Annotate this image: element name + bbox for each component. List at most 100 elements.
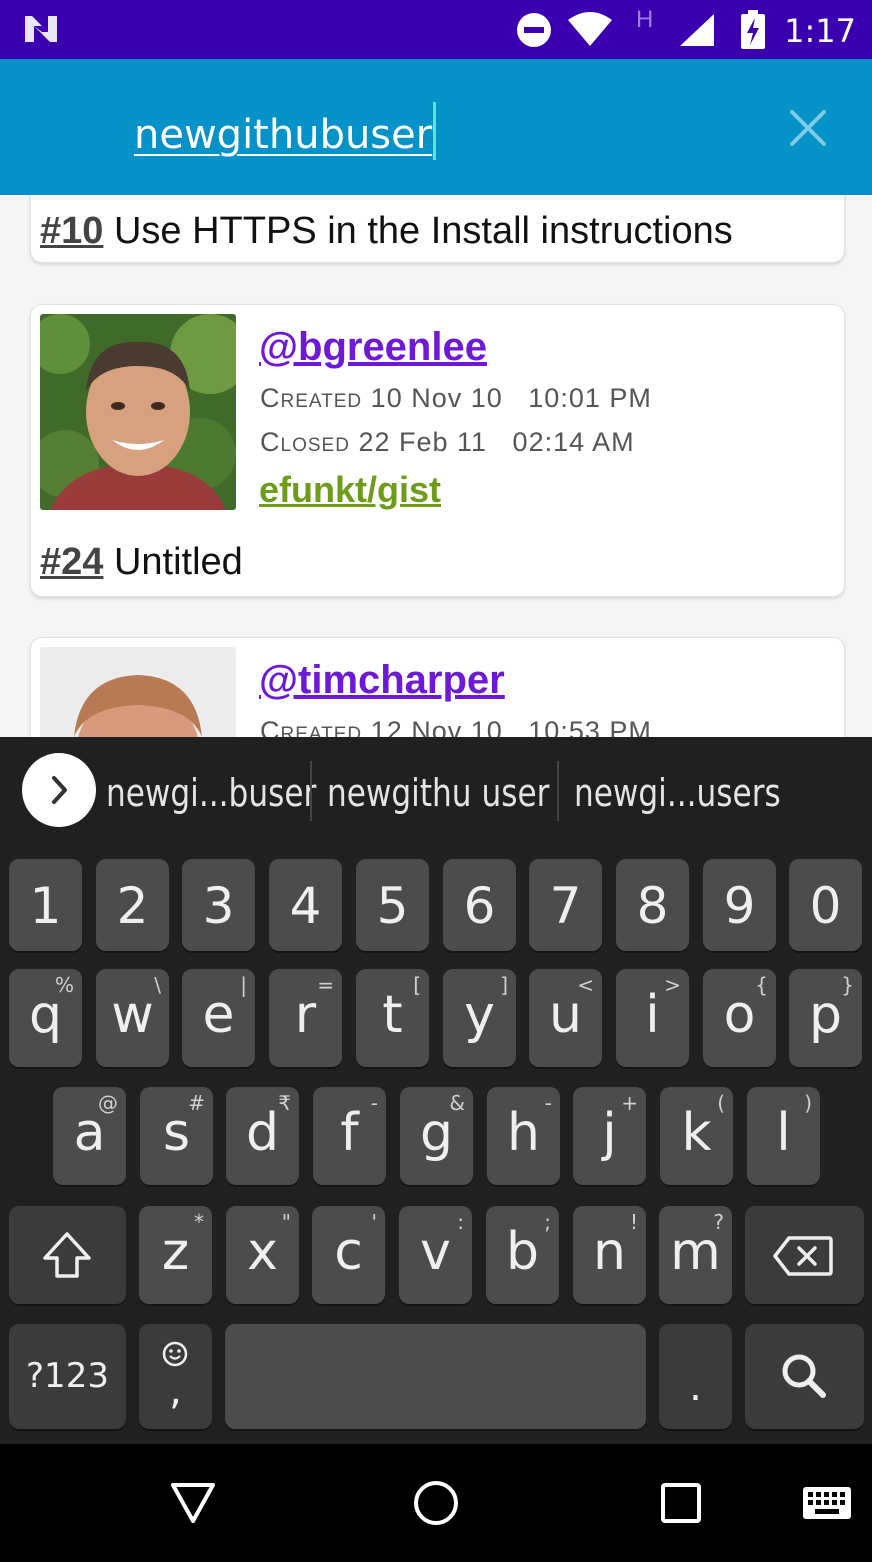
key-p[interactable]: } p xyxy=(789,969,862,1067)
key-label: x xyxy=(247,1222,278,1282)
key-label: r xyxy=(294,985,317,1045)
key-label: 6 xyxy=(463,877,496,935)
recents-icon[interactable] xyxy=(660,1482,702,1524)
key-label: v xyxy=(420,1222,451,1282)
key-v[interactable]: :v xyxy=(399,1206,472,1304)
backspace-key[interactable] xyxy=(745,1206,864,1304)
suggestion-3[interactable]: newgi...users xyxy=(574,771,781,815)
key-label: g xyxy=(419,1103,453,1163)
space-bar[interactable] xyxy=(225,1324,646,1429)
symbols-key[interactable]: ?123 xyxy=(9,1324,126,1429)
home-icon[interactable] xyxy=(412,1479,460,1527)
key-z[interactable]: * z xyxy=(139,1206,212,1304)
key-label: f xyxy=(340,1103,359,1163)
key-i[interactable]: > i xyxy=(616,969,689,1067)
key-w[interactable]: \ w xyxy=(96,969,169,1067)
key-y[interactable]: ] y xyxy=(443,969,516,1067)
closed-label: Closed xyxy=(260,427,350,457)
key-label: o xyxy=(723,985,756,1045)
text-cursor xyxy=(433,102,437,160)
issue-list[interactable]: #10 Use HTTPS in the Install instruction… xyxy=(0,195,872,737)
key-j[interactable]: + j xyxy=(573,1087,646,1185)
key-g[interactable]: & g xyxy=(400,1087,473,1185)
back-icon[interactable] xyxy=(170,1481,216,1525)
network-type-label: H xyxy=(636,6,654,33)
suggestion-1[interactable]: newgi...buser xyxy=(106,771,316,815)
suggestion-expand-button[interactable] xyxy=(22,753,96,827)
close-icon[interactable] xyxy=(786,106,830,150)
closed-info: Closed 22 Feb 11 02:14 AM xyxy=(260,427,635,458)
search-query: newgithubuser xyxy=(134,112,433,158)
key-k[interactable]: (k xyxy=(660,1087,733,1185)
key-label: 9 xyxy=(723,877,756,935)
key-d[interactable]: ₹ d xyxy=(226,1087,299,1185)
key-l[interactable]: ) l xyxy=(747,1087,820,1185)
key-label: 2 xyxy=(116,877,149,935)
key-7[interactable]: 7 xyxy=(529,859,602,951)
comma-label: , xyxy=(169,1368,182,1414)
key-label: h xyxy=(507,1103,540,1163)
key-e[interactable]: | e xyxy=(182,969,255,1067)
closed-time: 02:14 AM xyxy=(512,427,635,457)
key-2[interactable]: 2 xyxy=(96,859,169,951)
wifi-icon xyxy=(568,12,612,46)
key-u[interactable]: < u xyxy=(529,969,602,1067)
key-x[interactable]: " x xyxy=(226,1206,299,1304)
issue-title-line: #10 Use HTTPS in the Install instruction… xyxy=(40,210,733,253)
key-label: t xyxy=(382,985,403,1045)
avatar[interactable] xyxy=(40,647,236,737)
key-n[interactable]: ! n xyxy=(573,1206,646,1304)
key-a[interactable]: @ a xyxy=(53,1087,126,1185)
key-5[interactable]: 5 xyxy=(356,859,429,951)
key-s[interactable]: # s xyxy=(140,1087,213,1185)
issue-card[interactable]: @bgreenlee Created 10 Nov 10 10:01 PM Cl… xyxy=(30,304,845,597)
key-f[interactable]: -f xyxy=(313,1087,386,1185)
period-key[interactable]: . xyxy=(659,1324,732,1429)
issue-number-link[interactable]: #10 xyxy=(40,210,103,252)
navigation-bar xyxy=(0,1444,872,1562)
avatar[interactable] xyxy=(40,314,236,510)
key-label: p xyxy=(808,985,842,1045)
key-6[interactable]: 6 xyxy=(443,859,516,951)
battery-charging-icon xyxy=(741,10,765,49)
key-h[interactable]: -h xyxy=(487,1087,560,1185)
key-label: s xyxy=(162,1103,191,1163)
key-label: q xyxy=(28,985,62,1045)
key-4[interactable]: 4 xyxy=(269,859,342,951)
repo-link[interactable]: efunkt/gist xyxy=(259,469,441,511)
key-label: k xyxy=(681,1103,712,1163)
backspace-icon xyxy=(773,1236,833,1276)
key-0[interactable]: 0 xyxy=(789,859,862,951)
issue-card[interactable]: @timcharper Created 12 Nov 10 10:53 PM xyxy=(30,637,845,737)
created-time: 10:01 PM xyxy=(528,383,652,413)
created-info: Created 12 Nov 10 10:53 PM xyxy=(260,716,652,737)
suggestion-strip: newgi...buser newgithu user newgi...user… xyxy=(0,737,872,845)
key-b[interactable]: ; b xyxy=(486,1206,559,1304)
created-time: 10:53 PM xyxy=(528,716,652,737)
key-3[interactable]: 3 xyxy=(182,859,255,951)
shift-key[interactable] xyxy=(9,1206,126,1304)
username-link[interactable]: @timcharper xyxy=(259,658,505,703)
key-r[interactable]: = r xyxy=(269,969,342,1067)
search-key[interactable] xyxy=(745,1324,864,1429)
search-input[interactable]: newgithubuser xyxy=(134,102,437,160)
issue-number-link[interactable]: #24 xyxy=(40,541,103,583)
emoji-comma-key[interactable]: , xyxy=(139,1324,212,1429)
key-q[interactable]: % q xyxy=(9,969,82,1067)
key-label: 0 xyxy=(809,877,842,935)
key-t[interactable]: [t xyxy=(356,969,429,1067)
issue-card[interactable]: #10 Use HTTPS in the Install instruction… xyxy=(30,195,845,263)
clock: 1:17 xyxy=(784,12,856,50)
keyboard-switch-icon[interactable] xyxy=(802,1486,852,1520)
key-m[interactable]: ? m xyxy=(659,1206,732,1304)
status-bar: H 1:17 xyxy=(0,0,872,59)
key-8[interactable]: 8 xyxy=(616,859,689,951)
key-c[interactable]: ' c xyxy=(312,1206,385,1304)
key-o[interactable]: {o xyxy=(703,969,776,1067)
issue-title: Untitled xyxy=(113,541,243,583)
key-9[interactable]: 9 xyxy=(703,859,776,951)
key-1[interactable]: 1 xyxy=(9,859,82,951)
key-label: w xyxy=(111,985,154,1045)
username-link[interactable]: @bgreenlee xyxy=(259,325,487,370)
suggestion-2[interactable]: newgithu user xyxy=(327,771,549,815)
